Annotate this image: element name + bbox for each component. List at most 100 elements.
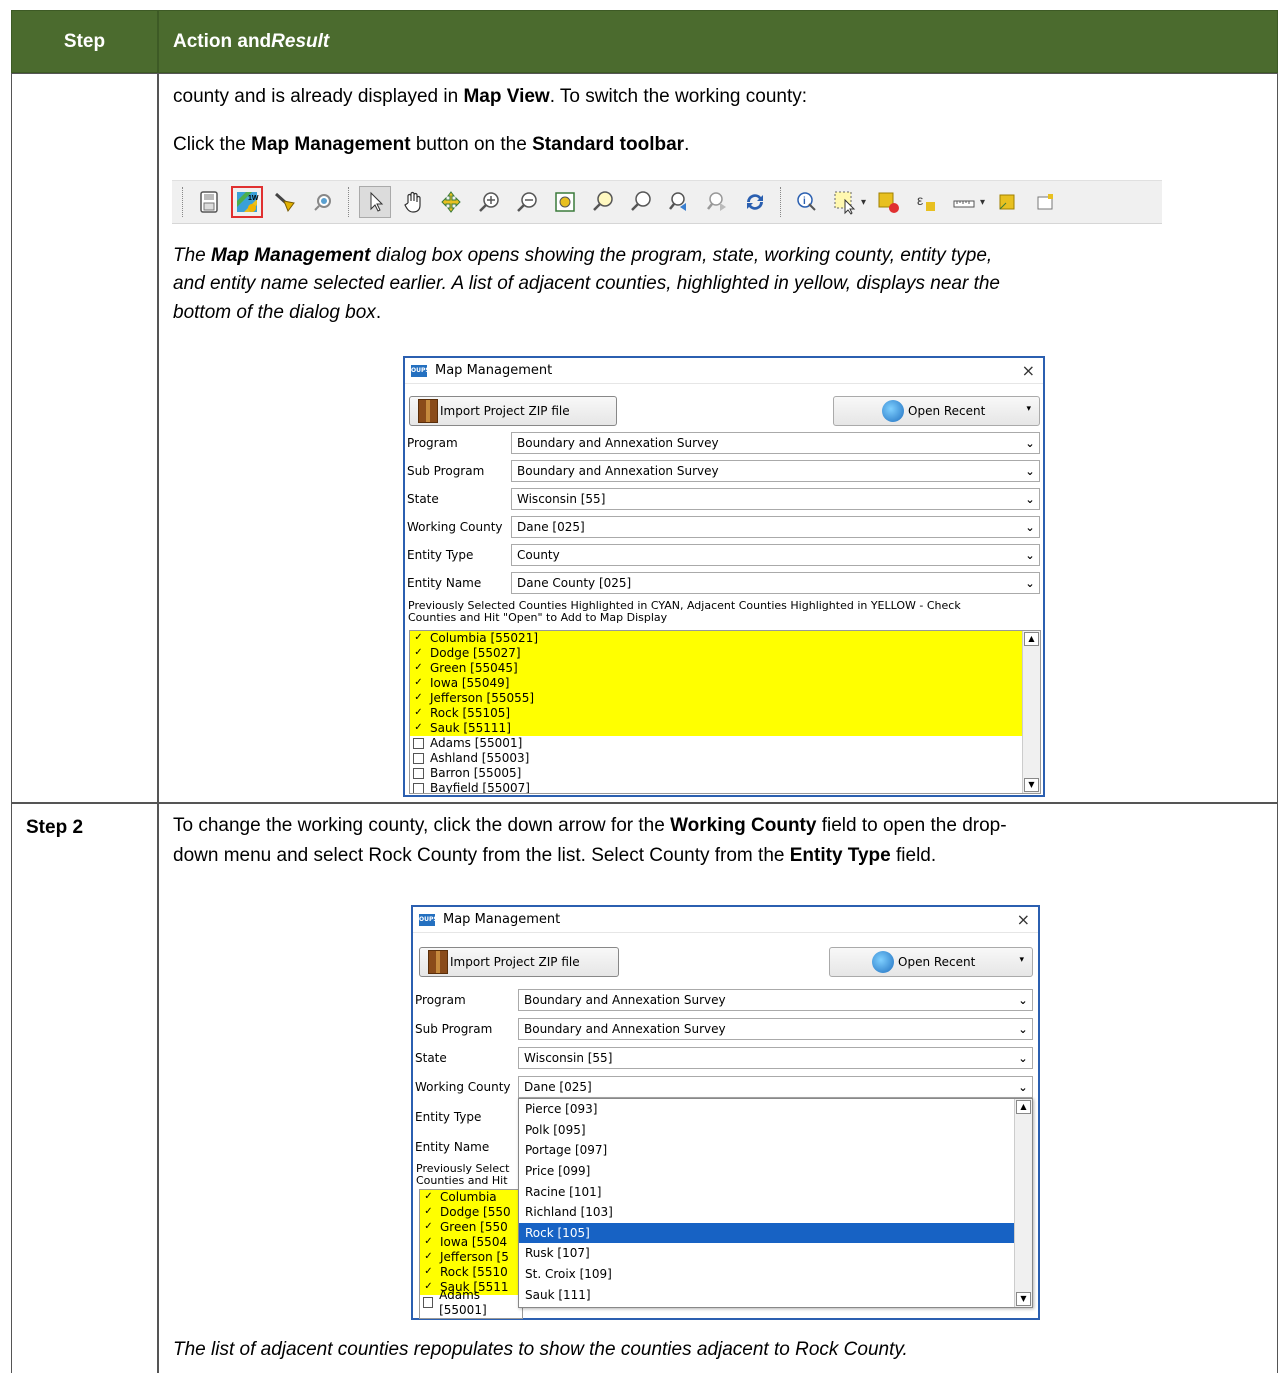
list-scrollbar[interactable]: ▲ ▼ [1022,631,1040,793]
measure-dropdown-icon[interactable]: ▾ [980,197,985,208]
pan-to-selection-icon[interactable] [435,186,467,218]
checkbox-icon[interactable] [413,753,424,764]
zoom-to-layer-icon[interactable] [625,186,657,218]
deselect-icon[interactable] [872,186,904,218]
chevron-down-icon: ⌄ [1025,548,1035,562]
pan-hand-icon[interactable] [397,186,429,218]
county-list-item[interactable]: Bayfield [55007] [410,781,1040,793]
checkbox-checked-icon[interactable]: ✓ [423,1282,434,1293]
checkbox-checked-icon[interactable]: ✓ [423,1237,434,1248]
svg-text:i: i [803,196,806,207]
county-name: Dodge [55027] [430,646,521,660]
zoom-in-icon[interactable] [473,186,505,218]
expression-select-icon[interactable]: ε [910,186,942,218]
refresh-icon[interactable] [739,186,771,218]
county-list-item[interactable]: ✓ Dodge [55027] [410,646,1040,661]
checkbox-checked-icon[interactable]: ✓ [423,1192,434,1203]
county-list-item[interactable]: ✓ Rock [5510 [420,1265,522,1280]
save-icon[interactable] [193,186,225,218]
subprogram-select[interactable]: Boundary and Annexation Survey ⌄ [518,1018,1033,1040]
new-layer-icon[interactable] [991,186,1023,218]
dropdown-option[interactable]: Price [099] [519,1161,1032,1182]
checkbox-icon[interactable] [413,738,424,749]
subprogram-select[interactable]: Boundary and Annexation Survey ⌄ [511,460,1040,482]
checkbox-checked-icon[interactable]: ✓ [413,648,424,659]
checkbox-icon[interactable] [413,768,424,779]
import-zip-button[interactable]: Import Project ZIP file [419,947,619,977]
checkbox-checked-icon[interactable]: ✓ [413,723,424,734]
zoom-out-icon[interactable] [511,186,543,218]
program-select[interactable]: Boundary and Annexation Survey ⌄ [518,989,1033,1011]
zoom-to-selection-icon[interactable] [587,186,619,218]
close-icon[interactable]: × [1022,361,1035,380]
dropdown-option[interactable]: St. Croix [109] [519,1264,1032,1285]
county-list-item[interactable]: Barron [55005] [410,766,1040,781]
checkbox-icon[interactable] [423,1297,434,1308]
county-list-item[interactable]: ✓ Rock [55105] [410,706,1040,721]
program-select[interactable]: Boundary and Annexation Survey ⌄ [511,432,1040,454]
working-county-select[interactable]: Dane [025] ⌄ [511,516,1040,538]
checkbox-checked-icon[interactable]: ✓ [423,1222,434,1233]
zoom-full-icon[interactable] [549,186,581,218]
dropdown-scrollbar[interactable]: ▲ ▼ [1014,1099,1032,1307]
checkbox-icon[interactable] [413,783,424,793]
county-list-item[interactable]: ✓ Green [55045] [410,661,1040,676]
chevron-down-icon: ⌄ [1025,492,1035,506]
select-dropdown-icon[interactable]: ▾ [861,197,866,208]
checkbox-checked-icon[interactable]: ✓ [423,1252,434,1263]
county-list-item[interactable]: Ashland [55003] [410,751,1040,766]
dropdown-option[interactable]: Portage [097] [519,1140,1032,1161]
open-recent-button[interactable]: Open Recent ▾ [829,947,1033,977]
dropdown-option[interactable]: Rusk [107] [519,1243,1032,1264]
state-row: State [407,492,439,506]
checkbox-checked-icon[interactable]: ✓ [413,693,424,704]
county-list-item[interactable]: ✓ Green [550 [420,1220,522,1235]
county-list-item[interactable]: ✓ Jefferson [5 [420,1250,522,1265]
checkbox-checked-icon[interactable]: ✓ [413,708,424,719]
edit-brush-icon[interactable] [269,186,301,218]
state-select[interactable]: Wisconsin [55] ⌄ [518,1047,1033,1069]
checkbox-checked-icon[interactable]: ✓ [413,633,424,644]
county-list-item[interactable]: ✓ Columbia [55021] [410,631,1040,646]
select-arrow-icon[interactable] [359,186,391,218]
state-select[interactable]: Wisconsin [55] ⌄ [511,488,1040,510]
county-name: Dodge [550 [440,1205,511,1219]
dropdown-option[interactable]: Rock [105] [519,1222,1032,1244]
identify-icon[interactable]: i [791,186,823,218]
select-features-icon[interactable] [829,186,861,218]
measure-icon[interactable] [948,186,980,218]
checkbox-checked-icon[interactable]: ✓ [423,1207,434,1218]
zoom-last-icon[interactable] [663,186,695,218]
pan-to-icon[interactable] [307,186,339,218]
dropdown-option[interactable]: Polk [095] [519,1120,1032,1141]
checkbox-checked-icon[interactable]: ✓ [413,663,424,674]
open-recent-button[interactable]: Open Recent ▾ [833,396,1040,426]
checkbox-checked-icon[interactable]: ✓ [423,1267,434,1278]
county-list-item[interactable]: ✓ Jefferson [55055] [410,691,1040,706]
dropdown-option[interactable]: Pierce [093] [519,1099,1032,1120]
close-icon[interactable]: × [1017,910,1030,929]
new-shapefile-icon[interactable] [1029,186,1061,218]
county-list-item[interactable]: ✓ Sauk [55111] [410,721,1040,736]
county-list-item[interactable]: ✓ Iowa [5504 [420,1235,522,1250]
dropdown-option[interactable]: Richland [103] [519,1202,1032,1223]
zip-file-icon [428,950,448,974]
dropdown-option[interactable]: Racine [101] [519,1181,1032,1202]
county-list-item[interactable]: Adams [55001] [420,1288,522,1317]
import-zip-button[interactable]: Import Project ZIP file [409,396,617,426]
checkbox-checked-icon[interactable]: ✓ [413,678,424,689]
county-list-item[interactable]: Adams [55001] [410,736,1040,751]
county-name: Adams [55001] [439,1287,487,1317]
header-step: Step [11,10,158,73]
county-list-item[interactable]: ✓ Dodge [550 [420,1205,522,1220]
county-list-item[interactable]: ✓ Iowa [55049] [410,676,1040,691]
entity-type-select[interactable]: County ⌄ [511,544,1040,566]
counties-list[interactable]: ✓ Columbia ✓ Dodge [550 ✓ Green [550 ✓ Iowa [55… [419,1189,523,1319]
working-county-select[interactable]: Dane [025] ⌄ [518,1076,1033,1098]
entity-name-select[interactable]: Dane County [025] ⌄ [511,572,1040,594]
county-list-item[interactable]: ✓ Columbia [420,1190,522,1205]
map-management-icon[interactable]: 1W [231,186,263,218]
counties-list[interactable]: ✓ Columbia [55021] ✓ Dodge [55027] ✓ Green [5… [409,630,1041,794]
zoom-next-icon[interactable] [701,186,733,218]
dropdown-option[interactable]: Sauk [111] [519,1284,1032,1305]
